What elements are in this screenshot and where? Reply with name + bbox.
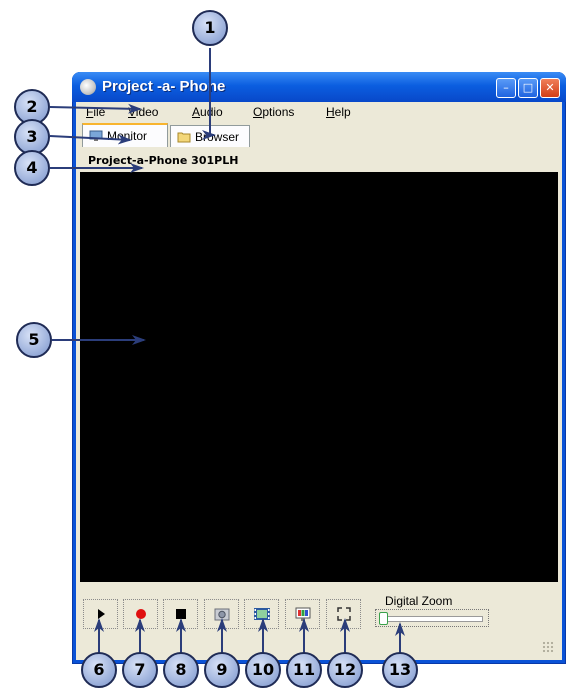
callout-13: 13 <box>382 652 418 688</box>
callout-1: 1 <box>192 10 228 46</box>
callout-arrows <box>49 48 405 656</box>
callout-11: 11 <box>286 652 322 688</box>
callout-9: 9 <box>204 652 240 688</box>
callout-7: 7 <box>122 652 158 688</box>
callout-8: 8 <box>163 652 199 688</box>
arrow-2 <box>49 103 142 114</box>
callout-12: 12 <box>327 652 363 688</box>
arrow-3 <box>49 134 132 145</box>
callout-5: 5 <box>16 322 52 358</box>
callout-4: 4 <box>14 150 50 186</box>
callout-6: 6 <box>81 652 117 688</box>
arrow-1 <box>202 48 216 140</box>
callout-10: 10 <box>245 652 281 688</box>
